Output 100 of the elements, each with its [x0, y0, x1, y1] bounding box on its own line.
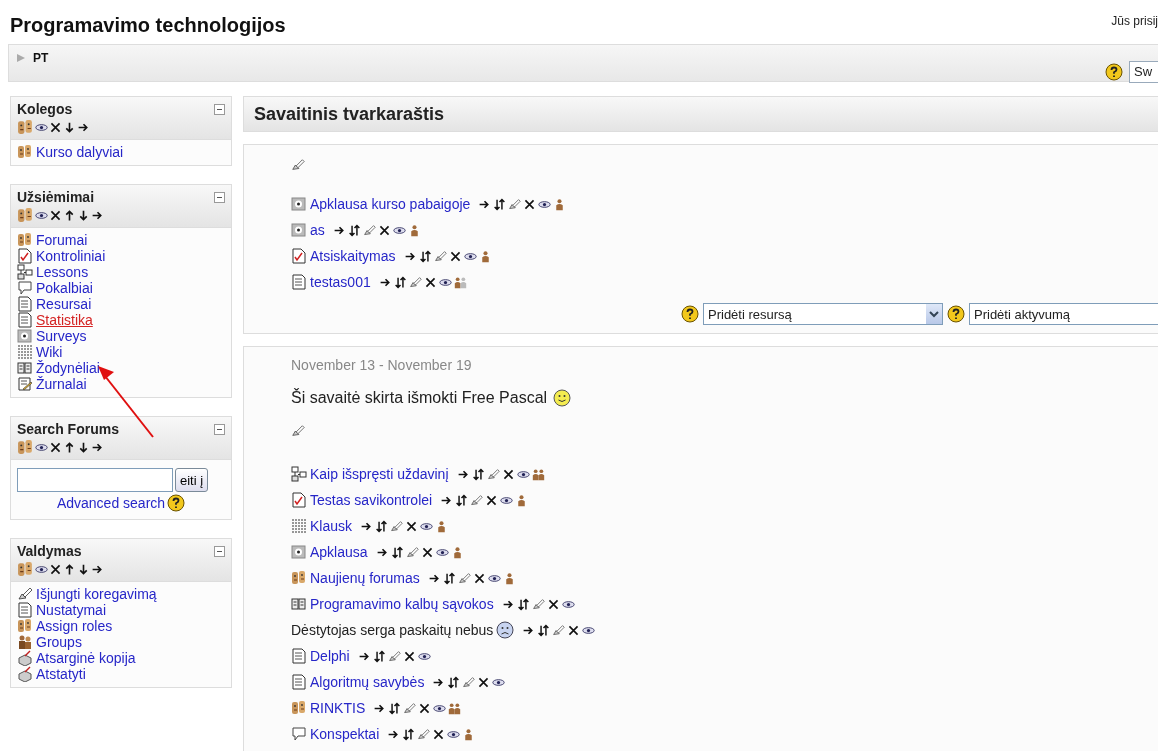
activity-link[interactable]: testas001 — [310, 274, 371, 290]
edit-icon[interactable] — [457, 571, 471, 585]
sidebar-link[interactable]: Wiki — [36, 344, 63, 360]
edit-icon[interactable] — [405, 545, 419, 559]
add-resource-select[interactable]: Pridėti resursą — [703, 303, 943, 325]
activity-link[interactable]: Delphi — [310, 648, 350, 664]
arrow-right-icon[interactable] — [91, 563, 104, 576]
delete-icon[interactable] — [420, 545, 434, 559]
sidebar-link[interactable]: Atstatyti — [36, 666, 86, 682]
delete-icon[interactable] — [49, 441, 62, 454]
switch-role-select[interactable]: Sw — [1129, 61, 1158, 83]
activity-link[interactable]: Naujienų forumas — [310, 570, 420, 586]
up-down-arrows-icon[interactable] — [372, 649, 386, 663]
sidebar-link[interactable]: Surveys — [36, 328, 87, 344]
up-down-arrows-icon[interactable] — [442, 571, 456, 585]
up-down-arrows-icon[interactable] — [375, 519, 389, 533]
sidebar-link[interactable]: Kontroliniai — [36, 248, 106, 264]
delete-icon[interactable] — [567, 623, 581, 637]
collapse-icon[interactable] — [214, 545, 225, 557]
eye-icon[interactable] — [35, 209, 48, 222]
go-button[interactable]: eiti į — [175, 468, 209, 492]
edit-icon[interactable] — [531, 597, 545, 611]
activity-link[interactable]: Testas savikontrolei — [310, 492, 433, 508]
faces-icon[interactable] — [17, 119, 34, 136]
delete-icon[interactable] — [377, 223, 391, 237]
edit-icon[interactable] — [433, 249, 447, 263]
help-icon[interactable] — [681, 305, 699, 323]
up-down-arrows-icon[interactable] — [393, 275, 407, 289]
activity-link[interactable]: as — [310, 222, 325, 238]
sidebar-link[interactable]: Kurso dalyviai — [36, 144, 124, 160]
delete-icon[interactable] — [477, 675, 491, 689]
activity-link[interactable]: Atsiskaitymas — [310, 248, 396, 264]
activity-link[interactable]: Apklausa kurso pabaigoje — [310, 196, 471, 212]
delete-icon[interactable] — [49, 209, 62, 222]
sidebar-link[interactable]: Statistika — [36, 312, 93, 328]
edit-icon[interactable] — [291, 423, 305, 438]
delete-icon[interactable] — [423, 275, 437, 289]
up-down-arrows-icon[interactable] — [471, 467, 485, 481]
up-down-arrows-icon[interactable] — [418, 249, 432, 263]
delete-icon[interactable] — [405, 519, 419, 533]
sidebar-link[interactable]: Lessons — [36, 264, 89, 280]
search-field[interactable] — [17, 468, 173, 492]
arrow-down-icon[interactable] — [77, 209, 90, 222]
collapse-icon[interactable] — [214, 191, 225, 203]
delete-icon[interactable] — [523, 197, 537, 211]
sidebar-link[interactable]: Žurnalai — [36, 376, 87, 392]
eye-icon[interactable] — [35, 121, 48, 134]
help-icon[interactable] — [1105, 63, 1123, 81]
people-icon[interactable] — [453, 275, 467, 289]
sidebar-link[interactable]: Groups — [36, 634, 82, 650]
add-activity-select[interactable]: Pridėti aktyvumą — [969, 303, 1158, 325]
activity-link[interactable]: Klausk — [310, 518, 353, 534]
arrow-up-icon[interactable] — [63, 441, 76, 454]
arrow-up-icon[interactable] — [63, 209, 76, 222]
sidebar-link[interactable]: Pokalbiai — [36, 280, 93, 296]
arrow-up-icon[interactable] — [63, 563, 76, 576]
arrow-right-icon[interactable] — [77, 121, 90, 134]
sidebar-link[interactable]: Žodynėliai — [36, 360, 100, 376]
arrow-right-icon[interactable] — [91, 209, 104, 222]
help-icon[interactable] — [947, 305, 965, 323]
faces-icon[interactable] — [17, 439, 34, 456]
edit-icon[interactable] — [552, 623, 566, 637]
delete-icon[interactable] — [472, 571, 486, 585]
sidebar-link[interactable]: Atsarginė kopija — [36, 650, 136, 666]
delete-icon[interactable] — [49, 563, 62, 576]
activity-link[interactable]: Konspektai — [310, 726, 380, 742]
activity-link[interactable]: Kaip išspręsti uždavinį — [310, 466, 449, 482]
up-down-arrows-icon[interactable] — [402, 727, 416, 741]
delete-icon[interactable] — [418, 701, 432, 715]
edit-icon[interactable] — [417, 727, 431, 741]
delete-icon[interactable] — [402, 649, 416, 663]
delete-icon[interactable] — [501, 467, 515, 481]
activity-link[interactable]: RINKTIS — [310, 700, 366, 716]
sidebar-link[interactable]: Forumai — [36, 232, 88, 248]
sidebar-link[interactable]: Assign roles — [36, 618, 113, 634]
edit-icon[interactable] — [403, 701, 417, 715]
up-down-arrows-icon[interactable] — [388, 701, 402, 715]
edit-icon[interactable] — [390, 519, 404, 533]
delete-icon[interactable] — [432, 727, 446, 741]
up-down-arrows-icon[interactable] — [455, 493, 469, 507]
breadcrumb-link[interactable]: PT — [33, 51, 49, 65]
delete-icon[interactable] — [485, 493, 499, 507]
advanced-search-link[interactable]: Advanced search — [56, 495, 166, 511]
collapse-icon[interactable] — [214, 423, 225, 435]
activity-link[interactable]: Programavimo kalbų sąvokos — [310, 596, 494, 612]
arrow-down-icon[interactable] — [63, 121, 76, 134]
edit-icon[interactable] — [408, 275, 422, 289]
up-down-arrows-icon[interactable] — [537, 623, 551, 637]
delete-icon[interactable] — [448, 249, 462, 263]
activity-link[interactable]: Algoritmų savybės — [310, 674, 425, 690]
sidebar-link[interactable]: Nustatymai — [36, 602, 107, 618]
edit-icon[interactable] — [462, 675, 476, 689]
edit-icon[interactable] — [387, 649, 401, 663]
eye-icon[interactable] — [35, 441, 48, 454]
faces-icon[interactable] — [17, 561, 34, 578]
edit-icon[interactable] — [470, 493, 484, 507]
sidebar-link[interactable]: Resursai — [36, 296, 92, 312]
delete-icon[interactable] — [546, 597, 560, 611]
people-icon[interactable] — [531, 467, 545, 481]
sidebar-link[interactable]: Išjungti koregavimą — [36, 586, 157, 602]
